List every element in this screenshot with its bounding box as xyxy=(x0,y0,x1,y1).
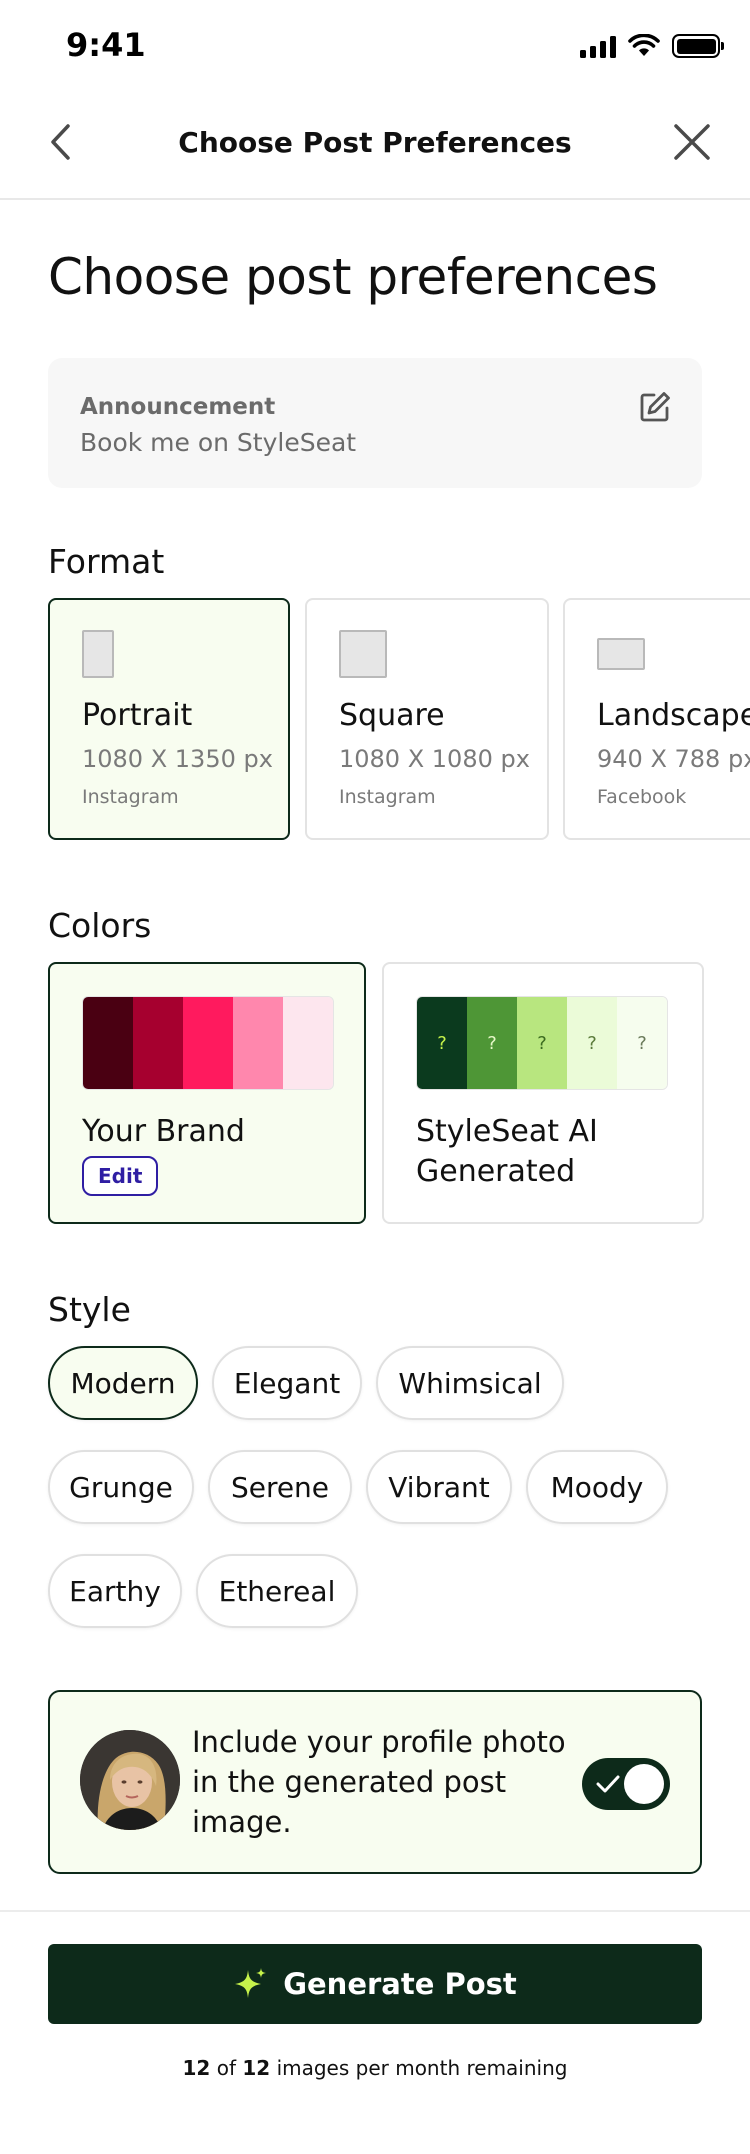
style-chip-modern[interactable]: Modern xyxy=(48,1346,198,1420)
quota-suffix: images per month remaining xyxy=(276,2056,568,2080)
color-option-styleseat-ai[interactable]: ? ? ? ? ? StyleSeat AI Generated xyxy=(382,962,704,1224)
colors-section-title: Colors xyxy=(48,906,152,945)
format-option-landscape[interactable]: Landscape 940 X 788 px Facebook xyxy=(563,598,750,840)
swatch: ? xyxy=(517,997,567,1089)
style-chip-earthy[interactable]: Earthy xyxy=(48,1554,182,1628)
toggle-knob xyxy=(624,1764,664,1804)
format-size: 1080 X 1350 px xyxy=(82,745,273,773)
format-size: 1080 X 1080 px xyxy=(339,745,530,773)
color-option-name-line2: Generated xyxy=(416,1154,576,1189)
status-time: 9:41 xyxy=(66,26,146,64)
square-shape-icon xyxy=(339,630,387,678)
edit-icon[interactable] xyxy=(638,390,672,424)
close-icon xyxy=(674,124,710,160)
close-button[interactable] xyxy=(668,118,716,166)
images-used: 12 xyxy=(182,2056,211,2080)
announcement-value: Book me on StyleSeat xyxy=(80,428,357,457)
nav-bar: Choose Post Preferences xyxy=(0,90,750,200)
footer-divider xyxy=(0,1910,750,1912)
format-section-title: Format xyxy=(48,542,165,581)
color-option-your-brand[interactable]: Your Brand Edit xyxy=(48,962,366,1224)
swatch: ? xyxy=(617,997,667,1089)
color-option-name: StyleSeat AI Generated xyxy=(416,1112,598,1192)
color-option-name-line1: StyleSeat AI xyxy=(416,1114,598,1149)
swatch xyxy=(133,997,183,1089)
swatch xyxy=(183,997,233,1089)
swatch xyxy=(233,997,283,1089)
portrait-shape-icon xyxy=(82,630,114,678)
style-chip-serene[interactable]: Serene xyxy=(208,1450,352,1524)
announcement-label: Announcement xyxy=(80,394,276,420)
profile-photo-card: Include your profile photo in the genera… xyxy=(48,1690,702,1874)
format-option-square[interactable]: Square 1080 X 1080 px Instagram xyxy=(305,598,549,840)
wifi-icon xyxy=(628,34,660,56)
battery-icon xyxy=(672,34,724,58)
style-chip-grunge[interactable]: Grunge xyxy=(48,1450,194,1524)
style-chip-vibrant[interactable]: Vibrant xyxy=(366,1450,512,1524)
format-platform: Facebook xyxy=(597,786,687,808)
sparkle-icon xyxy=(235,1968,267,1998)
announcement-card[interactable]: Announcement Book me on StyleSeat xyxy=(48,358,702,488)
generate-post-label: Generate Post xyxy=(283,1967,517,2001)
avatar xyxy=(80,1730,180,1830)
swatch: ? xyxy=(467,997,517,1089)
color-option-name: Your Brand xyxy=(82,1114,245,1149)
status-icons xyxy=(580,28,724,64)
quota-of: of xyxy=(216,2056,236,2080)
style-chip-moody[interactable]: Moody xyxy=(526,1450,668,1524)
style-chip-whimsical[interactable]: Whimsical xyxy=(376,1346,564,1420)
format-name: Landscape xyxy=(597,698,750,733)
style-chip-ethereal[interactable]: Ethereal xyxy=(196,1554,358,1628)
nav-title: Choose Post Preferences xyxy=(178,126,572,159)
swatch xyxy=(83,997,133,1089)
page-title: Choose post preferences xyxy=(48,248,658,306)
images-remaining-text: 12 of 12 images per month remaining xyxy=(0,2056,750,2080)
ai-palette: ? ? ? ? ? xyxy=(416,996,668,1090)
format-platform: Instagram xyxy=(82,786,179,808)
profile-photo-text: Include your profile photo in the genera… xyxy=(192,1725,566,1839)
landscape-shape-icon xyxy=(597,638,645,670)
format-option-portrait[interactable]: Portrait 1080 X 1350 px Instagram xyxy=(48,598,290,840)
style-section-title: Style xyxy=(48,1290,131,1329)
brand-palette xyxy=(82,996,334,1090)
format-name: Square xyxy=(339,698,445,733)
swatch: ? xyxy=(567,997,617,1089)
swatch: ? xyxy=(417,997,467,1089)
images-total: 12 xyxy=(242,2056,271,2080)
check-icon xyxy=(596,1775,620,1793)
edit-brand-colors-button[interactable]: Edit xyxy=(82,1156,159,1196)
format-platform: Instagram xyxy=(339,786,436,808)
swatch xyxy=(283,997,333,1089)
format-size: 940 X 788 px xyxy=(597,745,750,773)
generate-post-button[interactable]: Generate Post xyxy=(48,1944,702,2024)
style-chip-elegant[interactable]: Elegant xyxy=(212,1346,362,1420)
cellular-signal-icon xyxy=(580,34,616,58)
format-name: Portrait xyxy=(82,698,193,733)
status-bar: 9:41 xyxy=(0,0,750,90)
profile-photo-toggle[interactable] xyxy=(582,1758,670,1810)
